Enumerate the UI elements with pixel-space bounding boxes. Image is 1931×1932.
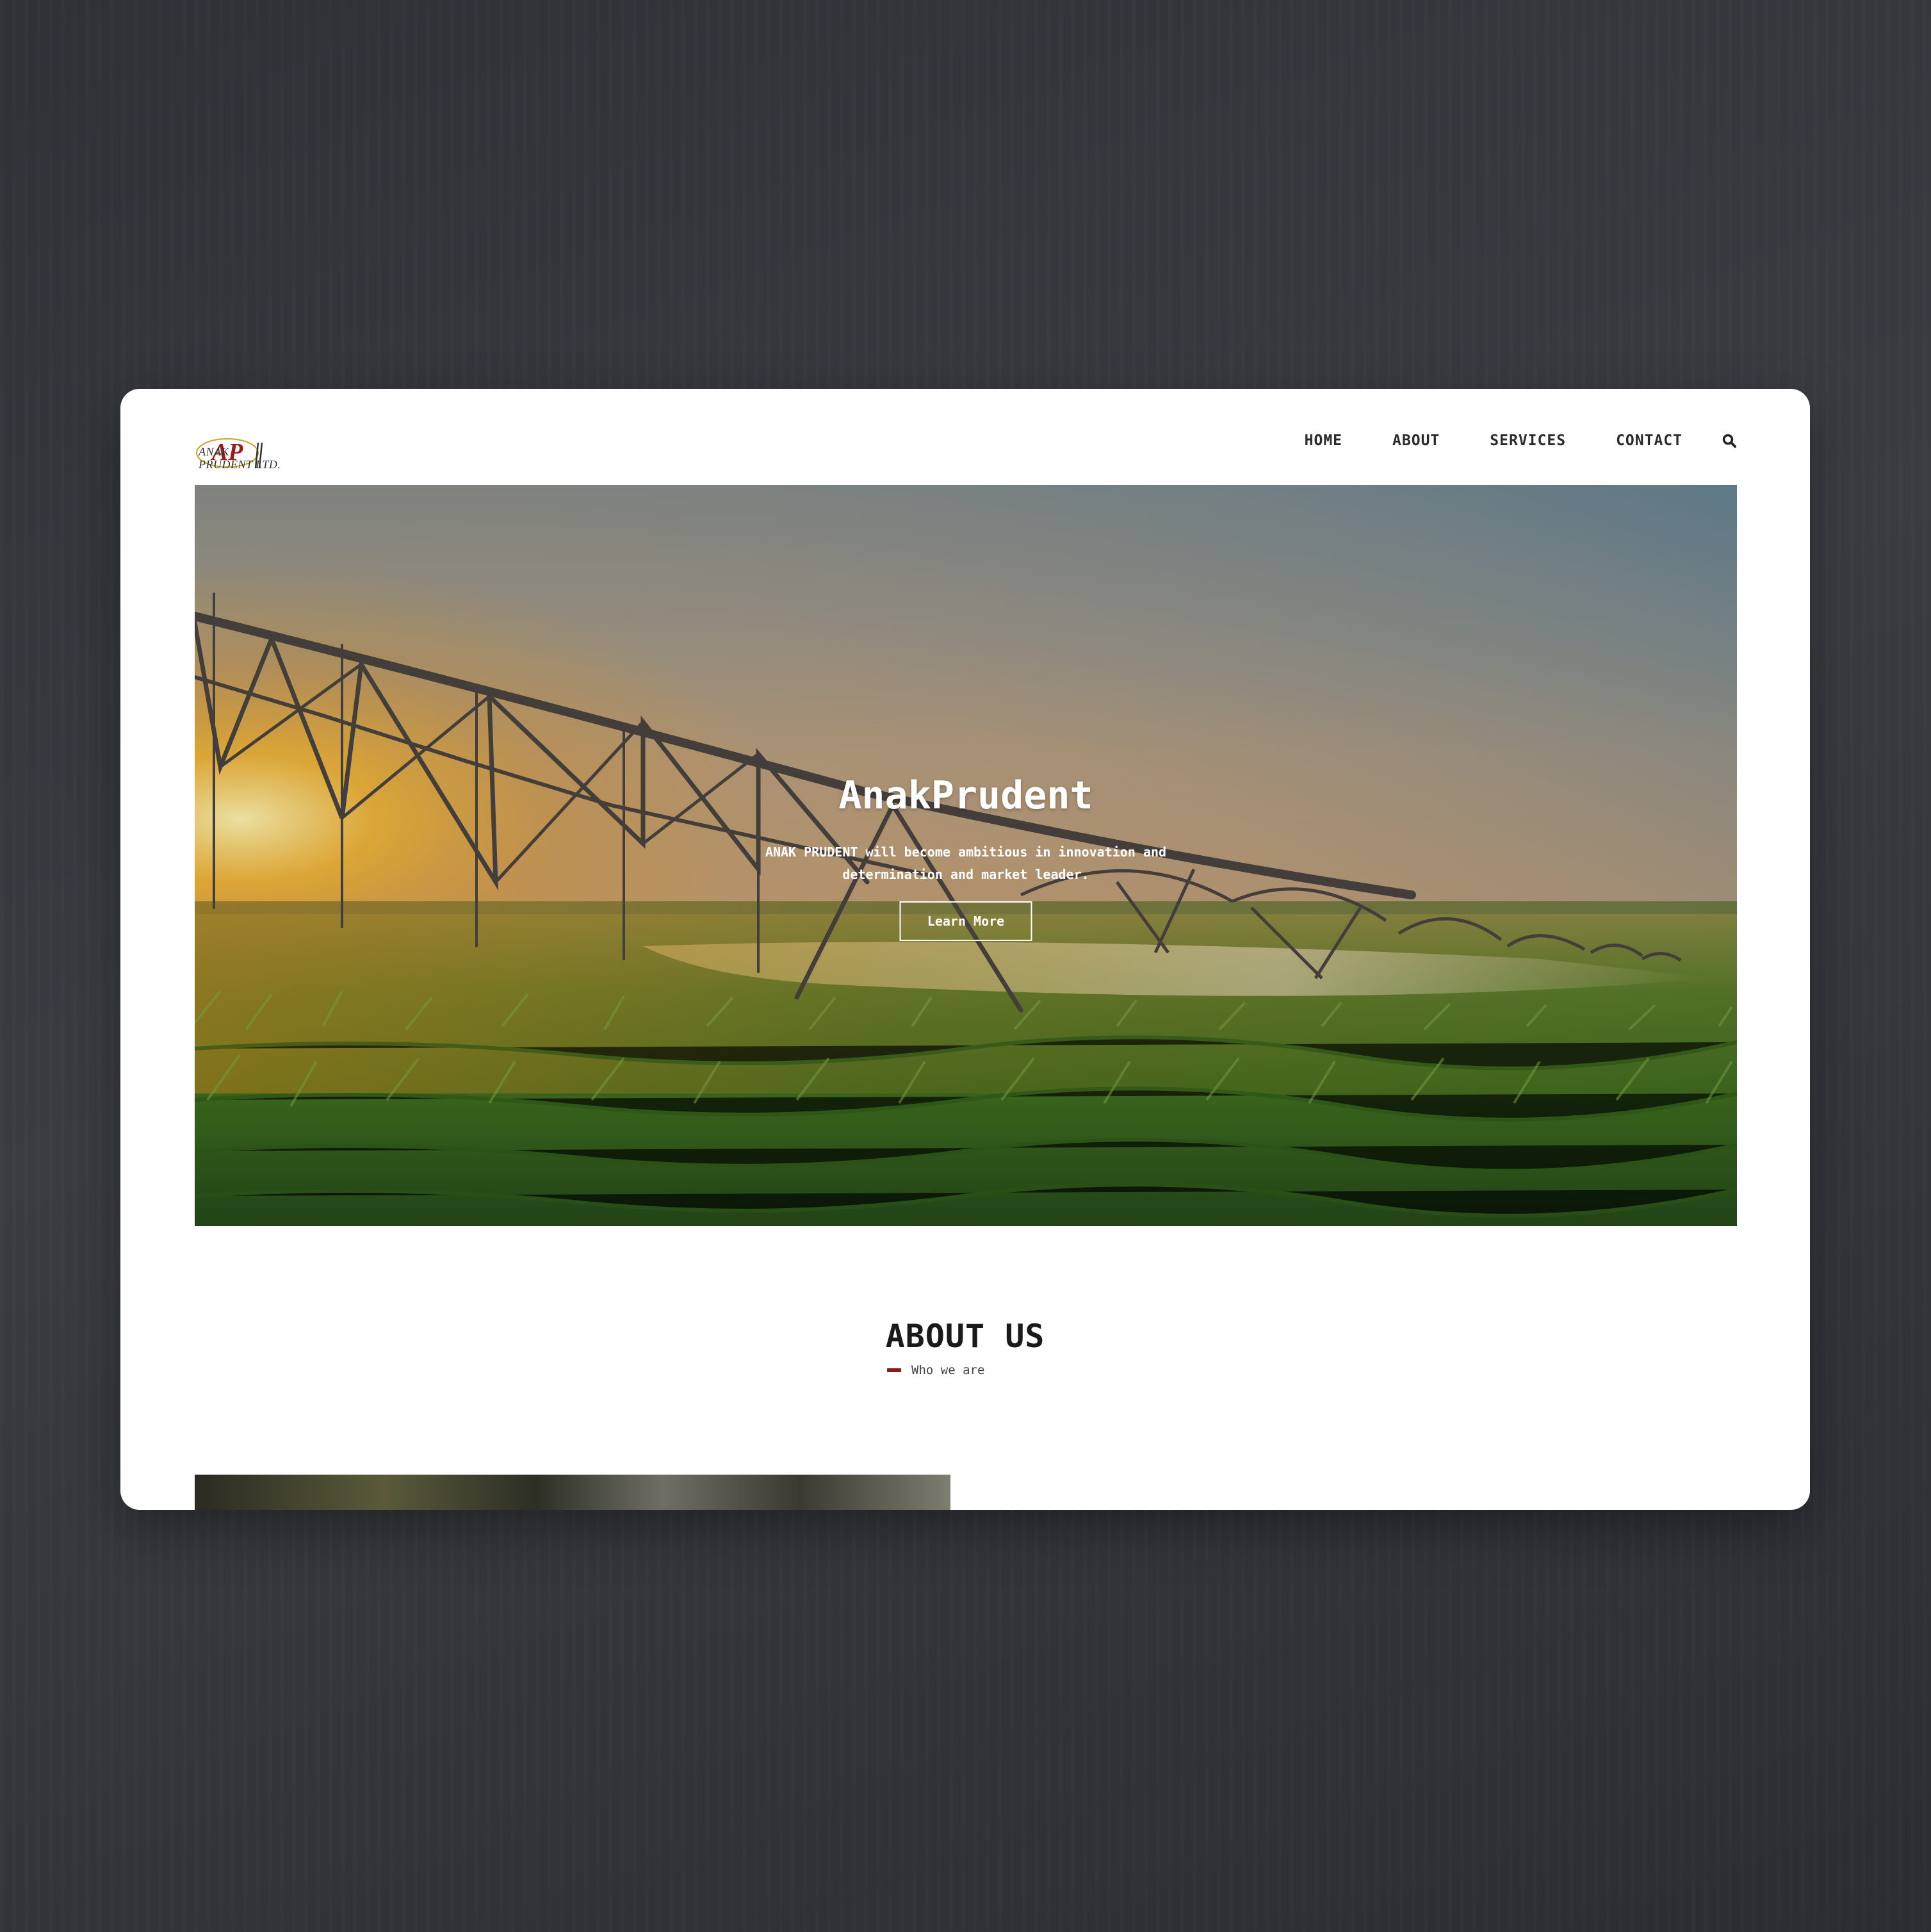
nav-contact[interactable]: CONTACT <box>1616 432 1682 449</box>
accent-dash <box>887 1368 901 1372</box>
logo-line-1: ANAK <box>199 445 230 458</box>
nav-home[interactable]: HOME <box>1305 432 1342 449</box>
website-preview-card: AP ANAK PRUDENT LTD. HOME ABOUT SERVICES… <box>120 389 1810 1510</box>
search-icon <box>1722 434 1736 448</box>
about-subtitle-text: Who we are <box>911 1363 985 1377</box>
about-section-title: ABOUT US <box>885 1318 1045 1355</box>
main-nav: HOME ABOUT SERVICES CONTACT <box>1305 427 1738 455</box>
hero-subtitle: ANAK PRUDENT will become ambitious in in… <box>765 844 1167 882</box>
hero-title: AnakPrudent <box>838 773 1093 818</box>
search-button[interactable] <box>1721 432 1738 449</box>
learn-more-button[interactable]: Learn More <box>899 901 1032 941</box>
logo-wordmark: ANAK PRUDENT LTD. <box>199 445 281 471</box>
about-image <box>195 1475 950 1510</box>
about-section-subtitle: Who we are <box>887 1363 984 1377</box>
nav-services[interactable]: SERVICES <box>1490 432 1566 449</box>
hero-banner: AnakPrudent ANAK PRUDENT will become amb… <box>195 485 1737 1226</box>
logo-line-2: PRUDENT LTD. <box>199 458 281 471</box>
nav-about[interactable]: ABOUT <box>1392 432 1440 449</box>
